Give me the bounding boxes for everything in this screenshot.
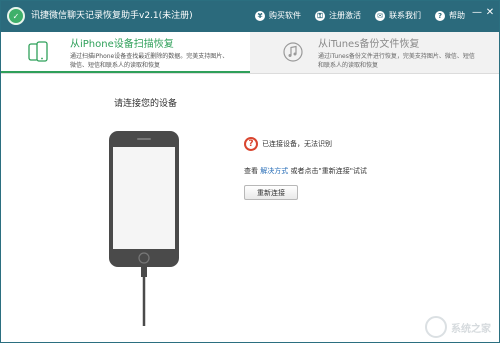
tab-itunes-backup-desc: 通过iTunes备份文件进行恢复，完美支持图片、微信、短信和联系人的读取和恢复: [318, 53, 475, 69]
music-note-icon: [283, 42, 303, 62]
mail-icon: ✉: [375, 11, 385, 21]
main-panel: 请连接您的设备 ? 已连接设备，无法识别 查看 解决方式 或者点击"重新连接"试…: [1, 74, 499, 342]
app-title: 讯捷微信聊天记录恢复助手v2.1(未注册): [31, 11, 193, 21]
solution-link[interactable]: 解决方式: [260, 167, 288, 175]
help-label: 帮助: [449, 11, 465, 20]
help-suffix: 或者点击"重新连接"试试: [290, 167, 367, 175]
iphone-devices-icon: [28, 41, 48, 62]
help-prefix: 查看: [244, 167, 258, 175]
question-icon: ?: [435, 11, 445, 21]
tab-iphone-scan-title: 从iPhone设备扫描恢复: [70, 39, 174, 50]
title-bar: ✓ 讯捷微信聊天记录恢复助手v2.1(未注册) ¥ 购买软件 ⚿ 注册激活 ✉ …: [1, 1, 499, 32]
question-warning-icon: ?: [244, 137, 258, 151]
buy-software-button[interactable]: ¥ 购买软件: [255, 10, 301, 22]
buy-software-label: 购买软件: [269, 11, 301, 20]
help-line: 查看 解决方式 或者点击"重新连接"试试: [244, 166, 367, 176]
app-window: ✓ 讯捷微信聊天记录恢复助手v2.1(未注册) ¥ 购买软件 ⚿ 注册激活 ✉ …: [0, 0, 500, 343]
watermark: 系统之家: [425, 316, 491, 338]
app-logo-icon: ✓: [7, 7, 25, 25]
help-button[interactable]: ? 帮助: [435, 10, 465, 22]
tab-itunes-backup-title: 从iTunes备份文件恢复: [318, 39, 420, 50]
cart-icon: ¥: [255, 11, 265, 21]
watermark-text: 系统之家: [451, 323, 491, 335]
register-activate-label: 注册激活: [329, 11, 361, 20]
top-menu: ¥ 购买软件 ⚿ 注册激活 ✉ 联系我们 ? 帮助: [255, 10, 465, 22]
minimize-button[interactable]: —: [472, 7, 482, 19]
close-button[interactable]: ✕: [485, 7, 495, 19]
mode-tabs: 从iPhone设备扫描恢复 通过扫描iPhone设备查找最近删除的数据。完美支持…: [1, 32, 499, 74]
contact-us-button[interactable]: ✉ 联系我们: [375, 10, 421, 22]
phone-illustration: [109, 131, 179, 326]
watermark-seal-icon: [425, 316, 447, 338]
device-status: ? 已连接设备，无法识别: [244, 137, 332, 151]
device-status-text: 已连接设备，无法识别: [262, 140, 332, 148]
key-icon: ⚿: [315, 11, 325, 21]
tab-iphone-scan[interactable]: 从iPhone设备扫描恢复 通过扫描iPhone设备查找最近删除的数据。完美支持…: [1, 32, 250, 73]
tab-itunes-backup[interactable]: 从iTunes备份文件恢复 通过iTunes备份文件进行恢复，完美支持图片、微信…: [250, 32, 499, 73]
tab-iphone-scan-desc: 通过扫描iPhone设备查找最近删除的数据。完美支持图片、微信、短信和联系人的读…: [70, 53, 229, 69]
contact-us-label: 联系我们: [389, 11, 421, 20]
connect-device-prompt: 请连接您的设备: [114, 99, 178, 109]
reconnect-button[interactable]: 重新连接: [244, 185, 298, 200]
register-activate-button[interactable]: ⚿ 注册激活: [315, 10, 361, 22]
